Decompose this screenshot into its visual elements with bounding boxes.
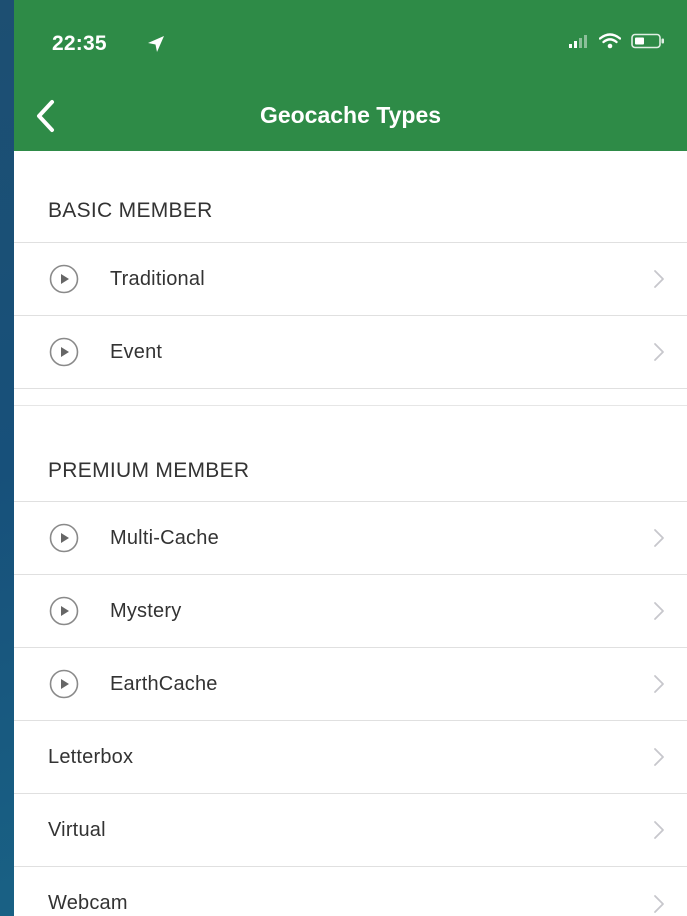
chevron-right-icon xyxy=(654,675,664,693)
chevron-right-icon xyxy=(654,894,664,913)
status-time: 22:35 xyxy=(52,32,107,55)
play-circle-icon[interactable] xyxy=(49,264,79,294)
list-item-mystery[interactable]: Mystery xyxy=(14,575,687,648)
cellular-signal-icon xyxy=(569,35,587,48)
page-title: Geocache Types xyxy=(259,102,442,128)
list-item-traditional[interactable]: Traditional xyxy=(14,243,687,316)
wifi-icon xyxy=(599,33,621,49)
navigation-bar: 22:35 Geocache Types xyxy=(14,0,687,151)
list-item-webcam[interactable]: Webcam xyxy=(14,867,687,916)
battery-icon xyxy=(631,33,664,49)
list-item-event[interactable]: Event xyxy=(14,316,687,389)
play-circle-icon[interactable] xyxy=(49,337,79,367)
list-item-earthcache[interactable]: EarthCache xyxy=(14,648,687,721)
geocache-types-list: BASIC MEMBER Traditional Event PREMIUM M… xyxy=(14,151,687,916)
list-item-label: Event xyxy=(110,340,163,363)
chevron-right-icon xyxy=(654,602,664,620)
chevron-right-icon xyxy=(654,821,664,839)
play-circle-icon[interactable] xyxy=(49,669,79,699)
list-item-virtual[interactable]: Virtual xyxy=(14,794,687,867)
chevron-right-icon xyxy=(654,748,664,766)
play-circle-icon[interactable] xyxy=(49,596,79,626)
list-item-letterbox[interactable]: Letterbox xyxy=(14,721,687,794)
section-header-premium-member: PREMIUM MEMBER xyxy=(14,405,687,502)
list-item-label: Mystery xyxy=(110,599,182,622)
play-circle-icon[interactable] xyxy=(49,523,79,553)
section-header-basic-member: BASIC MEMBER xyxy=(14,151,687,243)
chevron-right-icon xyxy=(654,343,664,361)
list-item-label: Webcam xyxy=(48,892,128,914)
list-item-label: Virtual xyxy=(48,818,106,841)
chevron-right-icon xyxy=(654,529,664,547)
list-item-label: EarthCache xyxy=(110,672,218,695)
list-item-label: Letterbox xyxy=(48,745,134,768)
location-arrow-icon xyxy=(148,36,164,52)
status-icons xyxy=(569,33,665,49)
list-item-multi-cache[interactable]: Multi-Cache xyxy=(14,502,687,575)
phone-screen: 22:35 Geocache Types BASIC MEMBER Tradit… xyxy=(14,0,687,916)
chevron-right-icon xyxy=(654,270,664,288)
list-item-label: Traditional xyxy=(110,267,205,290)
list-item-label: Multi-Cache xyxy=(110,526,219,549)
